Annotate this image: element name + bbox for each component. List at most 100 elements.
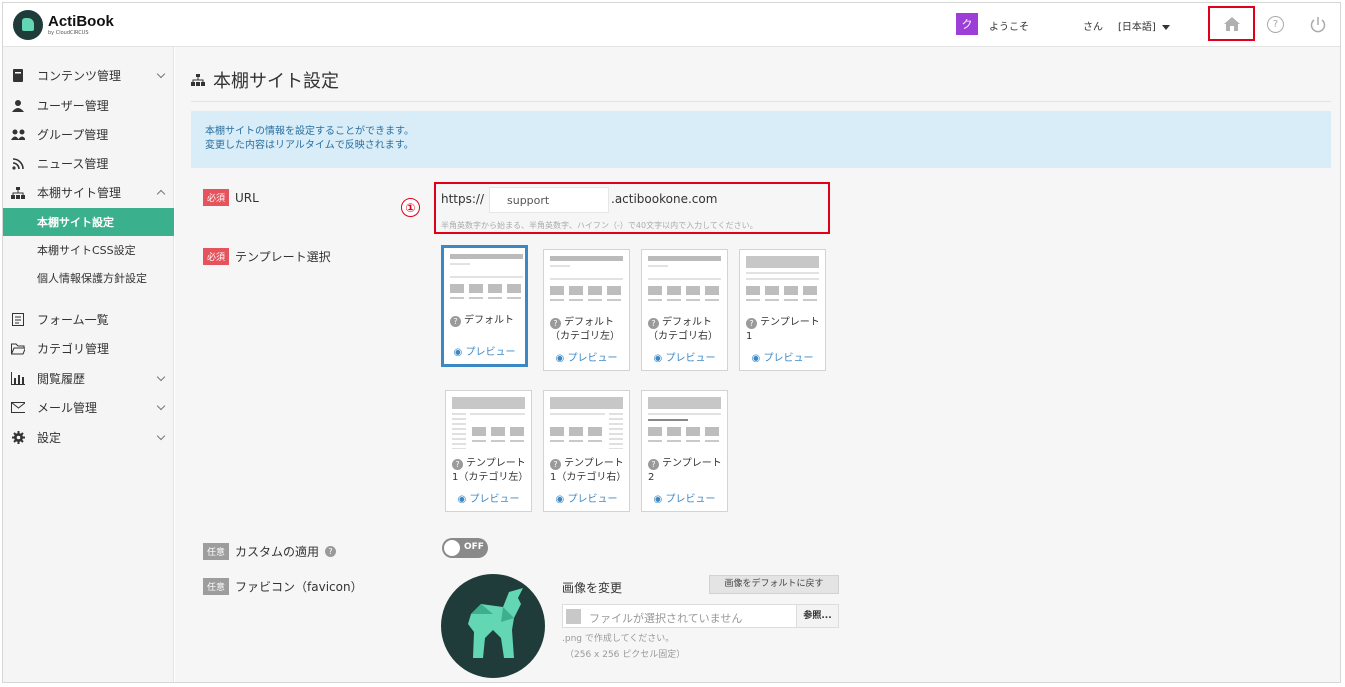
reset-default-button[interactable]: 画像をデフォルトに戻す	[709, 575, 839, 594]
template-label: テンプレート選択	[235, 250, 331, 264]
file-input[interactable]: ファイルが選択されていません 参照...	[562, 604, 839, 628]
template-card-template1-left[interactable]: ? テンプレート1（カテゴリ左） ◉ プレビュー	[445, 390, 532, 512]
question-icon: ?	[550, 318, 561, 329]
question-icon: ?	[550, 459, 561, 470]
divider	[191, 101, 1331, 102]
sidebar-item-groups[interactable]: グループ管理	[3, 120, 174, 149]
sidebar-item-categories[interactable]: カテゴリ管理	[3, 334, 174, 363]
sidebar-item-label: ユーザー管理	[37, 99, 109, 113]
chevron-down-icon	[156, 431, 166, 441]
top-header: ActiBook by CloudCIRCUS ク ようこそ さん [日本語] …	[3, 3, 1340, 71]
power-icon[interactable]	[1308, 15, 1328, 35]
template-row-label: 必須 テンプレート選択	[203, 248, 331, 265]
bar-chart-icon	[11, 372, 25, 386]
sidebar-item-mail[interactable]: メール管理	[3, 393, 174, 422]
sitemap-icon	[191, 70, 205, 91]
info-line-1: 本棚サイトの情報を設定することができます。	[205, 126, 414, 137]
home-icon	[1223, 16, 1240, 31]
home-button[interactable]	[1208, 6, 1255, 41]
preview-link[interactable]: ◉ プレビュー	[544, 490, 629, 505]
caret-down-icon	[1161, 24, 1170, 30]
custom-label: カスタムの適用	[235, 545, 320, 559]
goat-logo-icon	[468, 588, 523, 658]
welcome-text: ようこそ	[989, 22, 1029, 33]
toggle-knob	[444, 540, 460, 556]
favicon-note-size: （256 x 256 ピクセル固定）	[565, 650, 686, 660]
change-image-label: 画像を変更	[562, 581, 623, 595]
preview-link[interactable]: ◉ プレビュー	[446, 490, 531, 505]
main-content: 本棚サイト設定 本棚サイトの情報を設定することができます。 変更した内容はリアル…	[175, 47, 1340, 682]
template-card-template2[interactable]: ? テンプレート2 ◉ プレビュー	[641, 390, 728, 512]
logo[interactable]: ActiBook by CloudCIRCUS	[13, 10, 114, 40]
template-name: ? テンプレート2	[648, 458, 722, 483]
mail-icon	[11, 401, 25, 415]
template-card-template1[interactable]: ? テンプレート1 ◉ プレビュー	[739, 249, 826, 371]
logo-name: ActiBook	[48, 13, 114, 30]
sidebar-item-label: フォーム一覧	[37, 313, 109, 327]
preview-link[interactable]: ◉ プレビュー	[642, 490, 727, 505]
toggle-state: OFF	[464, 542, 484, 552]
info-banner: 本棚サイトの情報を設定することができます。 変更した内容はリアルタイムで反映され…	[191, 111, 1331, 168]
sidebar-item-contents[interactable]: コンテンツ管理	[3, 61, 174, 90]
file-icon	[566, 609, 581, 624]
subnav-privacy-policy[interactable]: 個人情報保護方針設定	[3, 264, 174, 292]
sidebar: コンテンツ管理 ユーザー管理 グループ管理 ニュース管理 本棚サイト管理 本棚サ…	[3, 47, 174, 682]
sidebar-item-history[interactable]: 閲覧履歴	[3, 364, 174, 393]
template-card-default-right[interactable]: ? デフォルト（カテゴリ右） ◉ プレビュー	[641, 249, 728, 371]
subnav-bookshelf-css[interactable]: 本棚サイトCSS設定	[3, 236, 174, 264]
sidebar-item-label: グループ管理	[37, 128, 109, 142]
sidebar-item-news[interactable]: ニュース管理	[3, 149, 174, 178]
form-icon	[11, 313, 25, 327]
template-card-template1-right[interactable]: ? テンプレート1（カテゴリ右） ◉ プレビュー	[543, 390, 630, 512]
preview-link[interactable]: ◉ プレビュー	[740, 349, 825, 364]
template-name: ? デフォルト（カテゴリ左）	[550, 317, 620, 342]
chevron-up-icon	[156, 189, 166, 199]
url-hint: 半角英数字から始まる、半角英数字、ハイフン（-）で40文字以内で入力してください…	[441, 221, 758, 230]
chevron-down-icon	[156, 69, 166, 79]
preview-link[interactable]: ◉ プレビュー	[544, 349, 629, 364]
preview-link[interactable]: ◉ プレビュー	[642, 349, 727, 364]
template-thumbnail	[648, 256, 721, 308]
language-select[interactable]: [日本語]	[1118, 18, 1170, 33]
sidebar-item-users[interactable]: ユーザー管理	[3, 91, 174, 120]
sidebar-item-label: コンテンツ管理	[37, 69, 122, 83]
users-icon	[11, 128, 25, 142]
optional-badge: 任意	[203, 578, 230, 595]
annotation-marker-1: ①	[401, 198, 420, 217]
preview-link[interactable]: ◉ プレビュー	[444, 343, 525, 358]
sidebar-item-bookshelf[interactable]: 本棚サイト管理	[3, 178, 174, 207]
template-thumbnail	[648, 397, 721, 449]
optional-badge: 任意	[203, 543, 230, 560]
url-suffix: .actibookone.com	[611, 192, 718, 206]
template-name: ? テンプレート1（カテゴリ右）	[550, 458, 627, 483]
sidebar-item-label: 閲覧履歴	[37, 372, 86, 386]
template-thumbnail	[452, 397, 525, 449]
browse-button[interactable]: 参照...	[796, 605, 838, 627]
template-name: ? デフォルト（カテゴリ右）	[648, 317, 718, 342]
help-icon[interactable]: ?	[1267, 16, 1284, 33]
template-card-default-left[interactable]: ? デフォルト（カテゴリ左） ◉ プレビュー	[543, 249, 630, 371]
app-window: ActiBook by CloudCIRCUS ク ようこそ さん [日本語] …	[2, 2, 1341, 683]
template-name: ? テンプレート1	[746, 317, 820, 342]
page-title-text: 本棚サイト設定	[213, 71, 339, 92]
favicon-note-format: .png で作成してください。	[562, 634, 675, 644]
url-prefix: https://	[441, 192, 485, 206]
url-label: URL	[235, 190, 259, 205]
url-field-group: https:// support .actibookone.com 半角英数字か…	[434, 182, 830, 234]
chevron-down-icon	[156, 401, 166, 411]
sidebar-item-settings[interactable]: 設定	[3, 423, 174, 452]
favicon-row-label: 任意 ファビコン（favicon）	[203, 578, 363, 595]
custom-toggle[interactable]: OFF	[442, 538, 488, 558]
question-icon[interactable]: ?	[325, 546, 337, 557]
sidebar-item-label: 設定	[37, 431, 62, 445]
template-thumbnail	[746, 256, 819, 308]
template-card-default[interactable]: ? デフォルト ◉ プレビュー	[441, 245, 528, 367]
sidebar-item-forms[interactable]: フォーム一覧	[3, 305, 174, 334]
honorific-text: さん	[1083, 22, 1103, 33]
template-name: ? デフォルト	[450, 314, 530, 328]
subdomain-input[interactable]: support	[489, 187, 609, 213]
chevron-down-icon	[156, 372, 166, 382]
rss-icon	[11, 157, 25, 171]
required-badge: 必須	[203, 189, 230, 206]
subnav-bookshelf-settings[interactable]: 本棚サイト設定	[3, 208, 174, 236]
